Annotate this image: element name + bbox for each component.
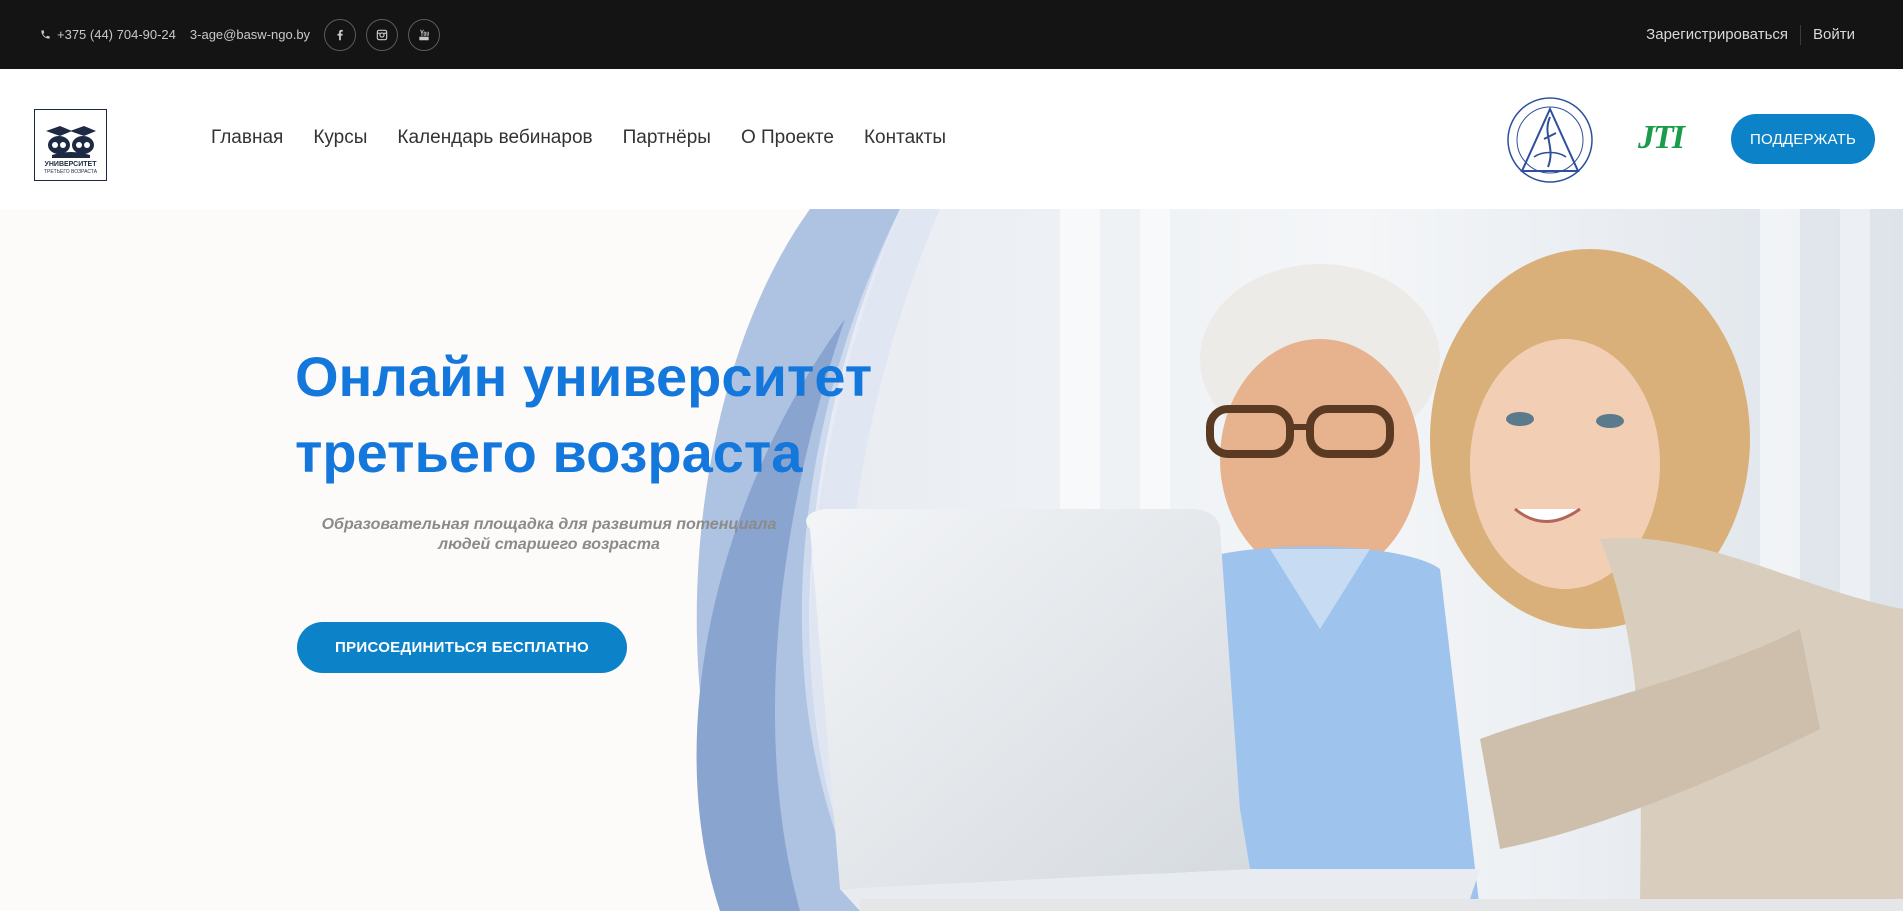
nav-item-partners[interactable]: Партнёры <box>623 127 711 149</box>
phone-icon <box>41 30 50 39</box>
instagram-button[interactable] <box>366 18 399 51</box>
nav-item-courses[interactable]: Курсы <box>313 127 367 149</box>
phone-number: +375 (44) 704-90-24 <box>57 27 176 42</box>
login-link[interactable]: Войти <box>1801 26 1867 43</box>
hero-photo-illustration <box>696 209 1903 911</box>
register-link[interactable]: Зарегистрироваться <box>1634 26 1800 43</box>
youtube-icon <box>419 29 429 40</box>
logo-subtitle: ТРЕТЬЕГО ВОЗРАСТА <box>43 169 98 175</box>
hero-title: Онлайн университет третьего возраста <box>295 339 995 491</box>
support-button[interactable]: ПОДДЕРЖАТЬ <box>1731 114 1875 164</box>
nav-item-about[interactable]: О Проекте <box>741 127 834 149</box>
facebook-button[interactable] <box>324 18 357 51</box>
jti-partner-logo[interactable]: JTI <box>1638 119 1685 157</box>
social-links <box>324 18 441 51</box>
auth-links: Зарегистрироваться Войти <box>1634 24 1867 45</box>
logo-title: УНИВЕРСИТЕТ <box>44 161 97 168</box>
logo-mark-icon <box>45 126 96 158</box>
hero-section: Онлайн университет третьего возраста Обр… <box>0 209 1903 911</box>
nav-item-webinar-calendar[interactable]: Календарь вебинаров <box>397 127 592 149</box>
nav-item-home[interactable]: Главная <box>211 127 283 149</box>
hero-subtitle-line-1: Образовательная площадка для развития по… <box>321 516 777 533</box>
youtube-button[interactable] <box>408 18 441 51</box>
top-bar: +375 (44) 704-90-24 3-age@basw-ngo.by За… <box>0 0 1903 69</box>
instagram-icon <box>376 29 388 40</box>
main-header: УНИВЕРСИТЕТ ТРЕТЬЕГО ВОЗРАСТА Главная Ку… <box>0 69 1903 209</box>
hero-subtitle-line-2: людей старшего возраста <box>438 536 660 553</box>
hero-title-line-2: третьего возраста <box>295 421 803 484</box>
contact-info: +375 (44) 704-90-24 3-age@basw-ngo.by <box>40 18 441 51</box>
phone-contact[interactable]: +375 (44) 704-90-24 <box>40 27 176 42</box>
site-logo[interactable]: УНИВЕРСИТЕТ ТРЕТЬЕГО ВОЗРАСТА <box>34 109 107 181</box>
basw-partner-logo-icon[interactable] <box>1498 95 1602 185</box>
hero-subtitle: Образовательная площадка для развития по… <box>295 515 803 555</box>
nav-item-contacts[interactable]: Контакты <box>864 127 946 149</box>
join-free-button[interactable]: ПРИСОЕДИНИТЬСЯ БЕСПЛАТНО <box>297 622 627 673</box>
email-address: 3-age@basw-ngo.by <box>189 27 311 42</box>
email-contact[interactable]: 3-age@basw-ngo.by <box>190 27 310 42</box>
hero-title-line-1: Онлайн университет <box>295 345 873 408</box>
facebook-icon <box>337 29 343 40</box>
main-nav: Главная Курсы Календарь вебинаров Партнё… <box>211 127 946 149</box>
